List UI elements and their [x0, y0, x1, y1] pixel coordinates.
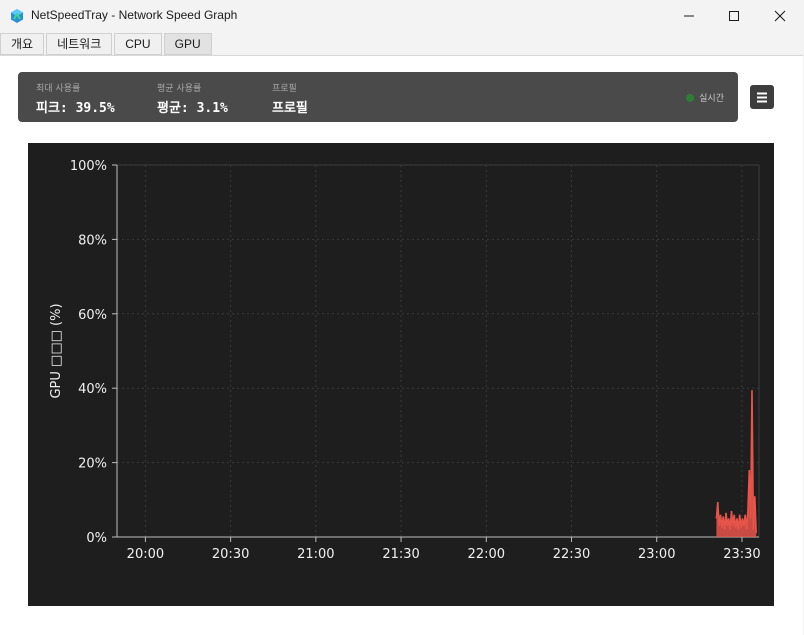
close-button[interactable] — [757, 0, 803, 32]
tab-cpu[interactable]: CPU — [114, 33, 162, 55]
live-indicator: 실시간 — [686, 91, 724, 104]
stat-avg-label: 평균 사용률 — [157, 84, 202, 94]
menu-button[interactable] — [750, 85, 774, 109]
stat-max-value: 피크: 39.5% — [36, 101, 115, 116]
tab-bar: 개요 네트워크 CPU GPU — [0, 33, 214, 55]
live-label: 실시간 — [699, 94, 724, 104]
x-tick-label: 22:00 — [468, 547, 505, 562]
y-tick-label: 20% — [78, 457, 107, 472]
live-dot-icon — [686, 93, 695, 102]
maximize-icon — [729, 11, 739, 21]
graph-panel: 최대 사용률 피크: 39.5% 평균 사용률 평균: 3.1% 프로필 프로필… — [0, 55, 803, 635]
y-tick-label: 40% — [78, 382, 107, 397]
minimize-icon — [684, 15, 694, 17]
title-bar: NetSpeedTray - Network Speed Graph — [0, 0, 804, 32]
x-tick-label: 21:00 — [297, 547, 334, 562]
tab-network[interactable]: 네트워크 — [46, 33, 113, 55]
stat-profile: 프로필 프로필 — [272, 81, 308, 116]
y-axis-label: GPU □□□ (%) — [49, 303, 64, 398]
netspeedtray-icon — [11, 9, 23, 23]
x-tick-label: 23:30 — [723, 547, 760, 562]
x-tick-label: 20:30 — [212, 547, 249, 562]
x-tick-label: 22:30 — [553, 547, 590, 562]
maximize-button[interactable] — [711, 0, 757, 32]
chart-svg: 0% 20% 40% 60% 80% 100% 20:00 20:30 21:00 21:30 22… — [49, 159, 761, 562]
series-line — [715, 390, 757, 534]
y-tick-label: 0% — [86, 531, 107, 546]
x-tick-label: 20:00 — [127, 547, 164, 562]
stat-profile-label: 프로필 — [272, 84, 297, 94]
gpu-usage-chart: 0% 20% 40% 60% 80% 100% 20:00 20:30 21:00 21:30 22… — [28, 143, 774, 606]
stat-max: 최대 사용률 피크: 39.5% — [36, 81, 115, 116]
stat-profile-value: 프로필 — [272, 101, 308, 116]
tab-overview[interactable]: 개요 — [0, 33, 45, 55]
stats-bar: 최대 사용률 피크: 39.5% 평균 사용률 평균: 3.1% 프로필 프로필… — [18, 72, 738, 122]
x-tick-label: 21:30 — [382, 547, 419, 562]
x-tick-label: 23:00 — [638, 547, 675, 562]
tab-gpu[interactable]: GPU — [163, 33, 212, 55]
y-tick-label: 100% — [70, 159, 107, 174]
close-icon — [774, 10, 786, 22]
stat-max-label: 최대 사용률 — [36, 84, 81, 94]
minimize-button[interactable] — [666, 0, 712, 32]
window-title: NetSpeedTray - Network Speed Graph — [31, 8, 238, 22]
plot-frame — [116, 164, 760, 538]
y-tick-label: 80% — [78, 233, 107, 248]
stat-avg: 평균 사용률 평균: 3.1% — [157, 81, 228, 116]
y-tick-label: 60% — [78, 308, 107, 323]
hamburger-menu-icon — [757, 92, 767, 103]
stat-avg-value: 평균: 3.1% — [157, 101, 228, 116]
